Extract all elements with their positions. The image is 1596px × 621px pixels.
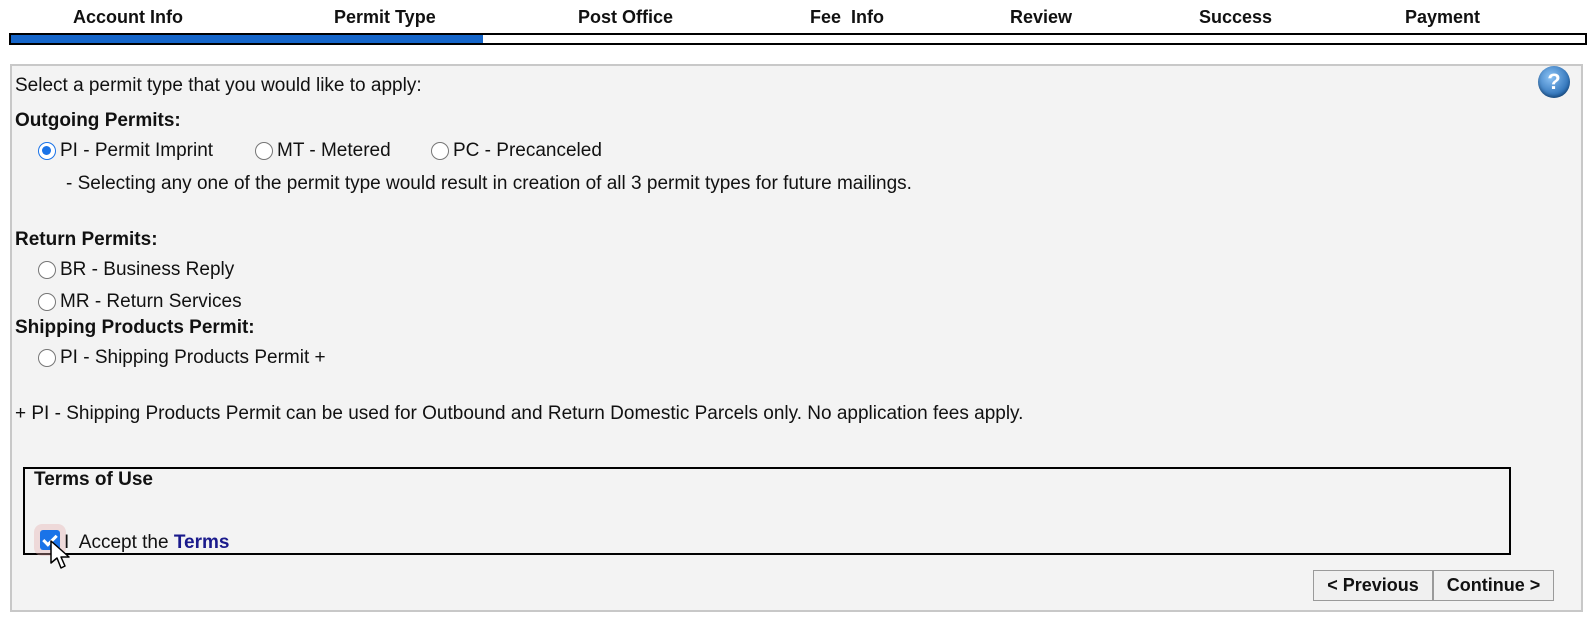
previous-button[interactable]: < Previous xyxy=(1313,570,1433,601)
help-icon[interactable]: ? xyxy=(1538,66,1570,98)
step-post-office: Post Office xyxy=(578,7,674,27)
accept-terms-label: I Accept the Terms xyxy=(64,532,229,554)
radio-label: PI - Shipping Products Permit + xyxy=(60,347,326,368)
shipping-permit-heading: Shipping Products Permit: xyxy=(15,317,255,338)
radio-button[interactable] xyxy=(38,293,56,311)
step-account-info: Account Info xyxy=(73,7,183,27)
step-payment: Payment xyxy=(1405,7,1481,27)
radio-br-business-reply[interactable]: BR - Business Reply xyxy=(38,259,234,281)
continue-button[interactable]: Continue > xyxy=(1433,570,1554,601)
accept-terms-text: I Accept the xyxy=(64,532,174,553)
radio-label: PI - Permit Imprint xyxy=(60,140,214,161)
step-review: Review xyxy=(1010,7,1073,27)
progress-bar-fill xyxy=(11,35,484,43)
mouse-cursor-icon xyxy=(50,540,70,569)
progress-steps: Account Info Permit Type Post Office Fee… xyxy=(10,0,1585,34)
step-success: Success xyxy=(1199,7,1273,27)
outgoing-note: - Selecting any one of the permit type w… xyxy=(66,173,912,194)
radio-label: BR - Business Reply xyxy=(60,259,235,280)
radio-button[interactable] xyxy=(38,349,56,367)
radio-mr-return-services[interactable]: MR - Return Services xyxy=(38,291,242,313)
radio-button[interactable] xyxy=(38,142,56,160)
radio-button[interactable] xyxy=(255,142,273,160)
terms-heading: Terms of Use xyxy=(34,469,153,490)
radio-label: PC - Precanceled xyxy=(453,140,602,161)
radio-button[interactable] xyxy=(38,261,56,279)
intro-text: Select a permit type that you would like… xyxy=(15,75,422,96)
terms-link[interactable]: Terms xyxy=(174,532,230,553)
radio-label: MT - Metered xyxy=(277,140,391,161)
radio-mt-metered[interactable]: MT - Metered xyxy=(255,140,391,162)
return-permits-heading: Return Permits: xyxy=(15,229,158,250)
progress-bar xyxy=(9,33,1587,45)
radio-button[interactable] xyxy=(431,142,449,160)
step-permit-type: Permit Type xyxy=(334,7,436,27)
radio-pc-precanceled[interactable]: PC - Precanceled xyxy=(431,140,602,162)
radio-pi-shipping-products[interactable]: PI - Shipping Products Permit + xyxy=(38,347,326,369)
step-fee-info: Fee Info xyxy=(810,7,885,27)
radio-label: MR - Return Services xyxy=(60,291,242,312)
terms-of-use-box xyxy=(23,467,1511,555)
shipping-footnote: + PI - Shipping Products Permit can be u… xyxy=(15,403,1024,424)
radio-pi-permit-imprint[interactable]: PI - Permit Imprint xyxy=(38,140,213,162)
outgoing-permits-heading: Outgoing Permits: xyxy=(15,110,181,131)
